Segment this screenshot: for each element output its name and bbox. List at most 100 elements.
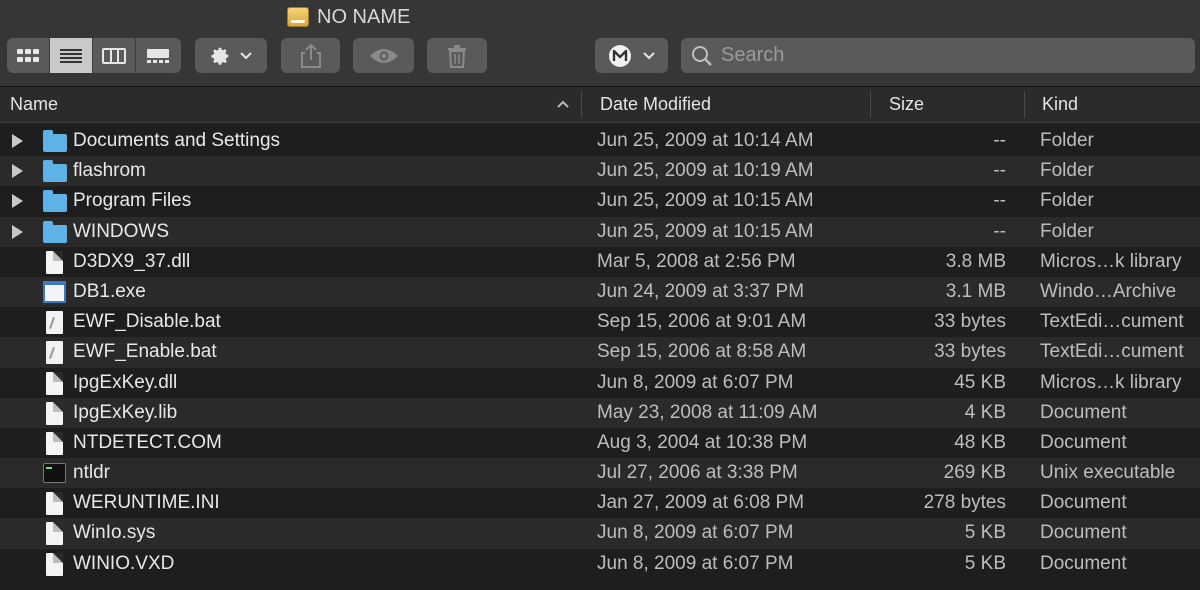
date-column-header[interactable]: Date Modified — [600, 87, 860, 122]
gear-icon — [211, 47, 229, 65]
kind-column-header[interactable]: Kind — [1042, 87, 1192, 122]
file-kind: Document — [1040, 522, 1127, 544]
share-button[interactable] — [281, 38, 340, 73]
file-size: 33 bytes — [934, 341, 1006, 363]
terminal-icon — [43, 463, 66, 484]
document-icon — [46, 401, 63, 425]
column-view-button[interactable] — [93, 38, 136, 73]
table-row[interactable]: Program Files Jun 25, 2009 at 10:15 AM -- F… — [0, 186, 1200, 216]
file-date: Jan 27, 2009 at 6:08 PM — [597, 492, 805, 514]
table-row[interactable]: IpgExKey.dll Jun 8, 2009 at 6:07 PM 45 KB M… — [0, 368, 1200, 398]
file-size: -- — [993, 130, 1006, 151]
table-row[interactable]: ntldr Jul 27, 2006 at 3:38 PM 269 KB Unix e… — [0, 458, 1200, 489]
file-size: 3.8 MB — [945, 250, 1006, 272]
size-column-label: Size — [889, 94, 925, 114]
file-kind: Document — [1040, 552, 1127, 574]
folder-icon — [43, 220, 67, 243]
file-date: Jun 8, 2009 at 6:07 PM — [597, 552, 794, 574]
file-date: Jul 27, 2006 at 3:38 PM — [597, 462, 798, 484]
file-date: Sep 15, 2006 at 8:58 AM — [597, 341, 807, 363]
table-row[interactable]: EWF_Disable.bat Sep 15, 2006 at 9:01 AM 33… — [0, 307, 1200, 337]
file-size: 269 KB — [943, 462, 1006, 484]
file-name: WinIo.sys — [73, 522, 156, 544]
table-row[interactable]: WINIO.VXD Jun 8, 2009 at 6:07 PM 5 KB Docum… — [0, 549, 1200, 579]
file-size: 33 bytes — [934, 311, 1006, 333]
sort-ascending-icon — [557, 100, 569, 108]
application-window-icon — [43, 280, 66, 303]
gallery-view-button[interactable] — [136, 38, 179, 73]
search-input[interactable] — [719, 43, 1163, 68]
file-size: 5 KB — [964, 552, 1006, 574]
file-size: 48 KB — [954, 431, 1006, 453]
file-name: WINIO.VXD — [73, 552, 175, 574]
file-date: Jun 25, 2009 at 10:19 AM — [597, 160, 814, 182]
table-row[interactable]: IpgExKey.lib May 23, 2008 at 11:09 AM 4 KB… — [0, 397, 1200, 428]
table-row[interactable]: EWF_Enable.bat Sep 15, 2006 at 8:58 AM 33 … — [0, 337, 1200, 368]
trash-icon — [448, 44, 466, 68]
file-kind: Unix executable — [1040, 462, 1176, 484]
folder-icon — [43, 130, 67, 152]
file-size: 5 KB — [964, 522, 1006, 544]
gallery-icon — [146, 48, 169, 63]
columns-icon — [102, 47, 126, 64]
chevron-down-icon — [642, 51, 655, 59]
table-row[interactable]: flashrom Jun 25, 2009 at 10:19 AM -- Folder — [0, 156, 1200, 187]
action-menu-button[interactable] — [195, 38, 267, 73]
file-kind: Document — [1040, 431, 1127, 453]
column-divider[interactable] — [1024, 91, 1025, 118]
file-kind: Folder — [1040, 130, 1094, 151]
file-date: Jun 25, 2009 at 10:15 AM — [597, 220, 814, 242]
size-column-header[interactable]: Size — [889, 87, 1019, 122]
disclosure-triangle-icon[interactable] — [12, 164, 23, 179]
table-row[interactable]: D3DX9_37.dll Mar 5, 2008 at 2:56 PM 3.8 MB… — [0, 247, 1200, 277]
table-row[interactable]: WINDOWS Jun 25, 2009 at 10:15 AM -- Folder — [0, 216, 1200, 247]
move-to-trash-button[interactable] — [427, 38, 487, 73]
name-column-header[interactable]: Name — [10, 87, 570, 122]
table-row[interactable]: WinIo.sys Jun 8, 2009 at 6:07 PM 5 KB Docum… — [0, 518, 1200, 549]
folder-icon — [43, 160, 67, 183]
file-kind: Folder — [1040, 190, 1094, 212]
table-row[interactable]: DB1.exe Jun 24, 2009 at 3:37 PM 3.1 MB Wind… — [0, 276, 1200, 308]
disclosure-triangle-icon[interactable] — [12, 224, 23, 239]
list-view-button[interactable] — [50, 38, 93, 73]
file-name: DB1.exe — [73, 280, 146, 302]
finder-window: NO NAME Search Name Date Modified Size K… — [0, 0, 1200, 590]
list-icon — [60, 48, 82, 63]
eye-icon — [369, 48, 398, 63]
file-kind: Micros…k library — [1040, 250, 1182, 272]
file-size: 3.1 MB — [945, 280, 1006, 302]
table-row[interactable]: WERUNTIME.INI Jan 27, 2009 at 6:08 PM 278 … — [0, 488, 1200, 518]
m-logo-icon — [608, 44, 631, 67]
icon-view-button[interactable] — [7, 38, 50, 73]
date-column-label: Date Modified — [600, 94, 712, 114]
quick-look-button[interactable] — [353, 38, 414, 73]
disclosure-triangle-icon[interactable] — [12, 134, 23, 148]
column-divider[interactable] — [581, 91, 582, 118]
titlebar: NO NAME — [0, 0, 1200, 87]
chevron-down-icon — [240, 51, 252, 59]
file-date: Jun 8, 2009 at 6:07 PM — [597, 522, 794, 544]
column-divider[interactable] — [870, 91, 871, 118]
search-icon — [692, 45, 712, 66]
file-date: Sep 15, 2006 at 9:01 AM — [597, 311, 807, 333]
text-document-icon — [46, 341, 63, 365]
grid-icon — [17, 48, 39, 62]
file-size: 45 KB — [954, 371, 1006, 393]
file-name: flashrom — [73, 160, 146, 182]
file-name: EWF_Enable.bat — [73, 341, 217, 363]
file-date: Jun 25, 2009 at 10:15 AM — [597, 190, 814, 212]
file-name: WINDOWS — [73, 220, 170, 242]
extension-menu-button[interactable] — [595, 38, 668, 73]
file-size: -- — [993, 190, 1006, 212]
window-title-text: NO NAME — [317, 5, 411, 28]
kind-column-label: Kind — [1042, 94, 1079, 114]
file-size: 278 bytes — [923, 492, 1006, 514]
disclosure-triangle-icon[interactable] — [12, 194, 23, 209]
file-name: IpgExKey.dll — [73, 371, 178, 393]
search-field[interactable] — [681, 38, 1195, 73]
file-size: 4 KB — [964, 401, 1006, 423]
table-row[interactable]: NTDETECT.COM Aug 3, 2004 at 10:38 PM 48 KB… — [0, 428, 1200, 458]
document-icon — [46, 371, 63, 395]
table-row[interactable]: Documents and Settings Jun 25, 2009 at 10… — [0, 126, 1200, 156]
document-icon — [46, 522, 63, 546]
